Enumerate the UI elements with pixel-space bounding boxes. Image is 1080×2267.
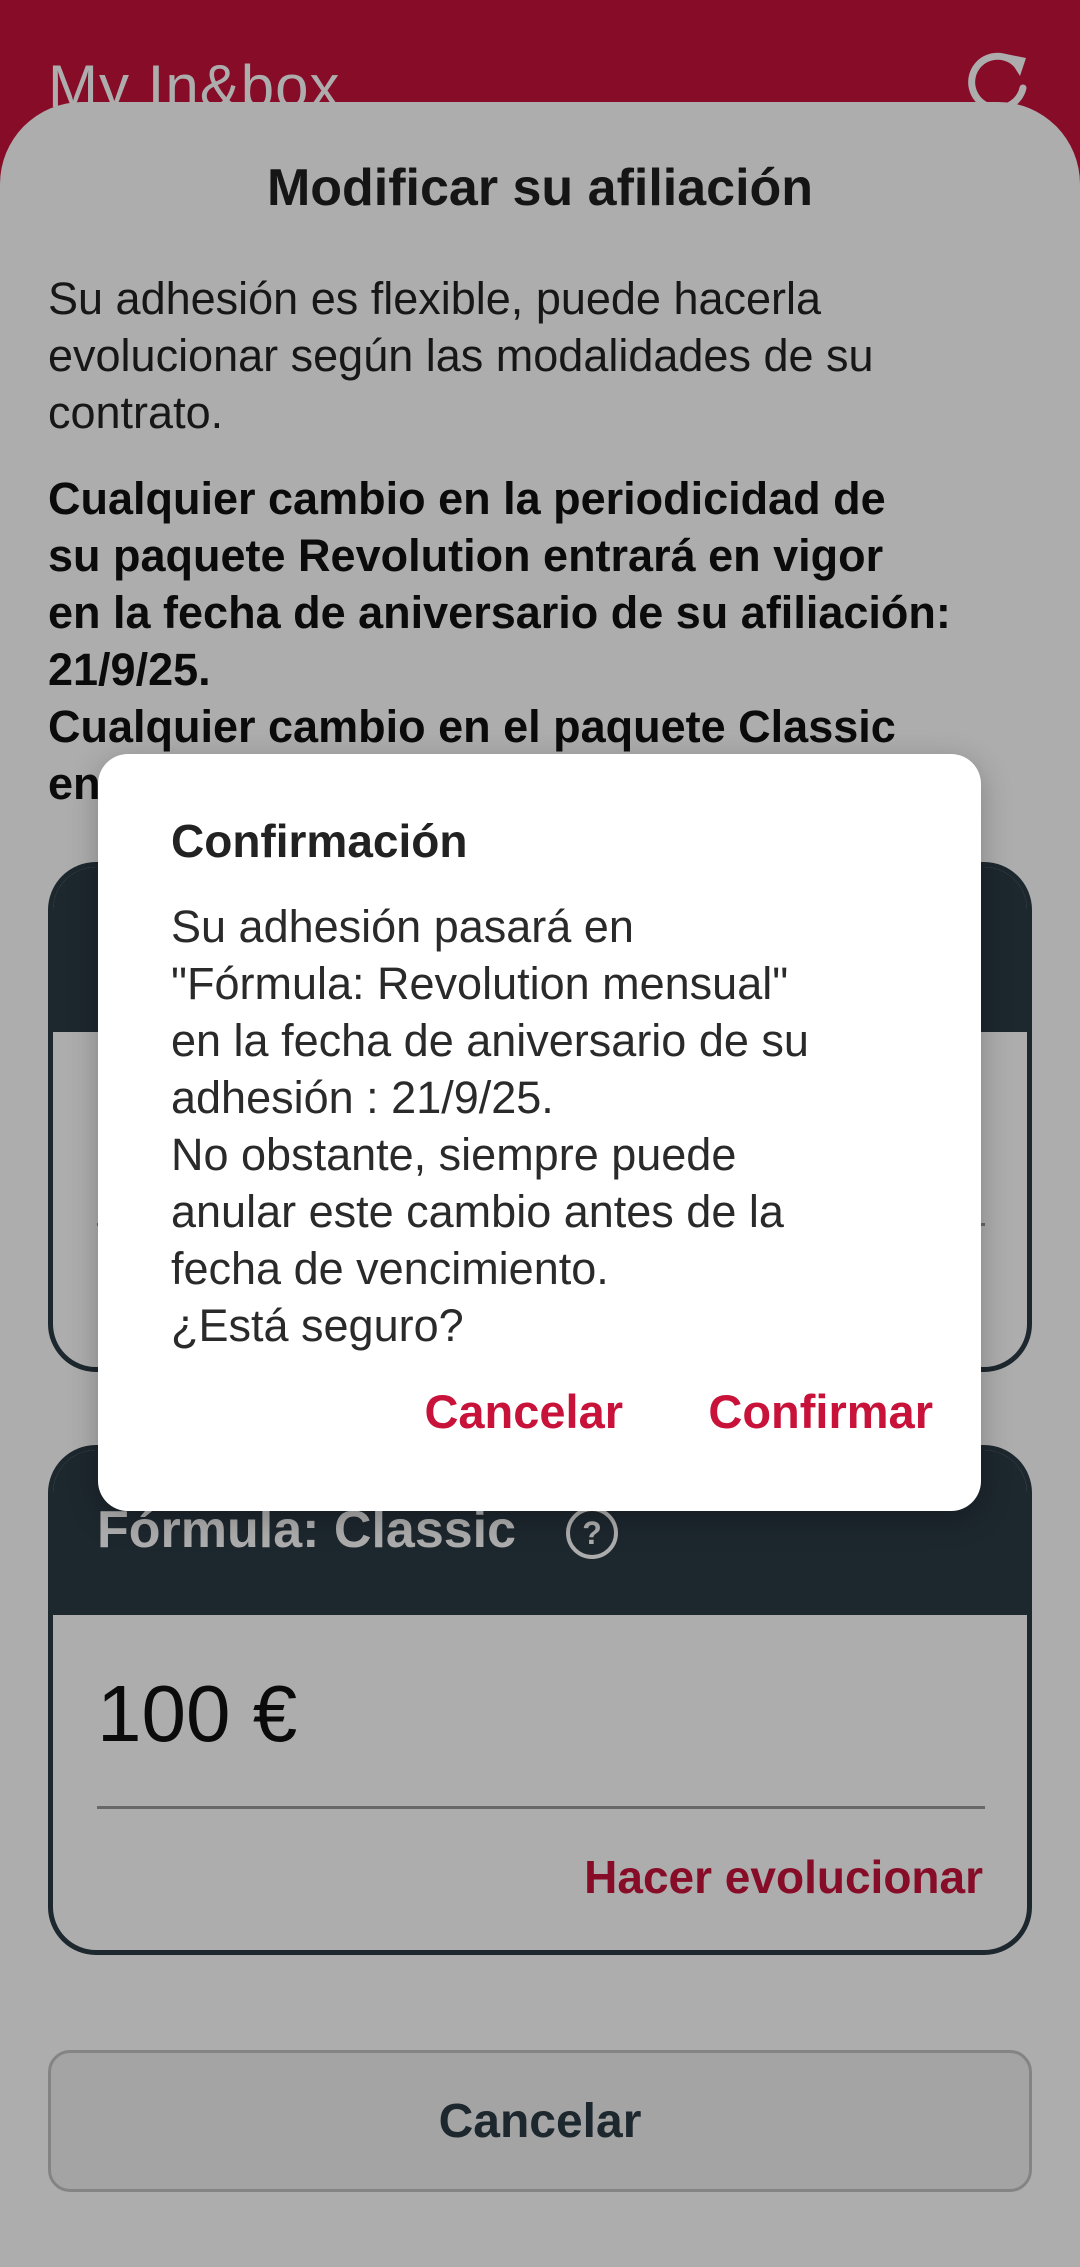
dialog-line: fecha de vencimiento. <box>171 1243 609 1294</box>
dialog-message: Su adhesión pasará en "Fórmula: Revoluti… <box>171 898 931 1354</box>
dialog-confirm-button[interactable]: Confirmar <box>708 1384 933 1439</box>
confirmation-dialog: Confirmación Su adhesión pasará en "Fórm… <box>98 754 981 1511</box>
dialog-line: "Fórmula: Revolution mensual" <box>171 958 789 1009</box>
dialog-line: adhesión : 21/9/25. <box>171 1072 554 1123</box>
dialog-title: Confirmación <box>171 815 468 867</box>
dialog-line: Su adhesión pasará en <box>171 901 634 952</box>
dialog-line: No obstante, siempre puede <box>171 1129 737 1180</box>
screen: My In&box Modificar su afiliación Su adh… <box>0 0 1080 2267</box>
dialog-line: en la fecha de aniversario de su <box>171 1015 809 1066</box>
dialog-line: ¿Está seguro? <box>171 1300 464 1351</box>
dialog-cancel-button[interactable]: Cancelar <box>424 1384 623 1439</box>
dialog-line: anular este cambio antes de la <box>171 1186 784 1237</box>
